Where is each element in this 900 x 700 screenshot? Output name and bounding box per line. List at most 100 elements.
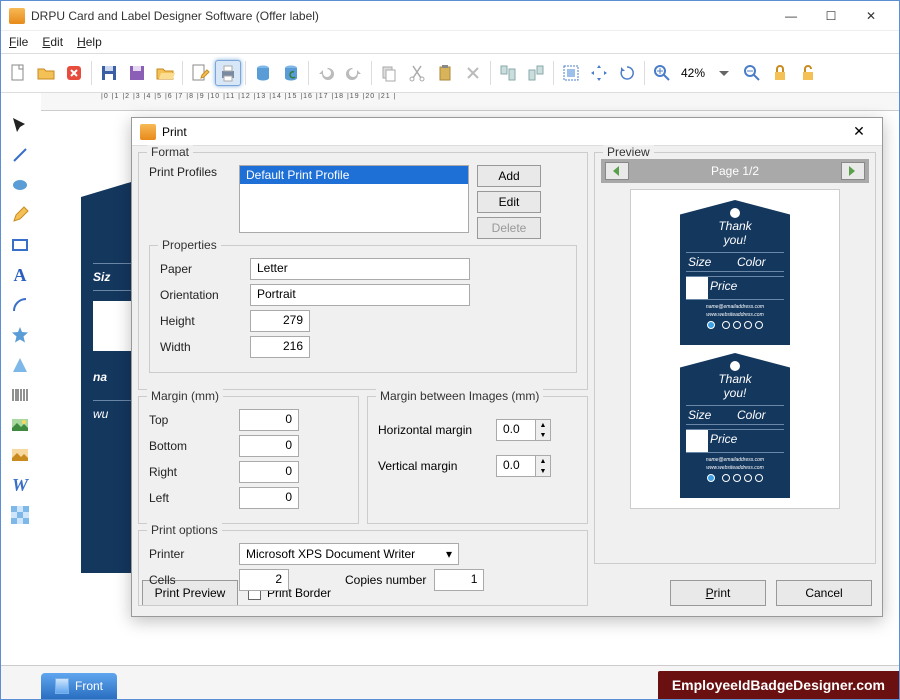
database-icon[interactable] [250,60,276,86]
dialog-close-button[interactable]: ✕ [844,123,874,140]
vmargin-field[interactable]: 0.0 [496,455,536,477]
pencil-tool-icon[interactable] [8,203,32,227]
margin-left-label: Left [149,491,231,505]
triangle-tool-icon[interactable] [8,353,32,377]
vmargin-label: Vertical margin [378,459,488,473]
menu-file[interactable]: File [9,35,28,49]
pattern-tool-icon[interactable] [8,503,32,527]
rotate-icon[interactable] [614,60,640,86]
close-button[interactable]: ✕ [851,4,891,28]
orientation-label: Orientation [160,288,242,302]
menu-help[interactable]: Help [77,35,102,49]
menu-edit[interactable]: Edit [42,35,63,49]
chevron-up-icon[interactable]: ▲ [536,456,550,466]
zoom-in-icon[interactable] [649,60,675,86]
select-all-icon[interactable] [558,60,584,86]
chevron-up-icon[interactable]: ▲ [536,420,550,430]
move-icon[interactable] [586,60,612,86]
hmargin-spinner[interactable]: 0.0▲▼ [496,419,551,441]
minimize-button[interactable]: — [771,4,811,28]
edit-props-icon[interactable] [187,60,213,86]
save-as-icon[interactable] [124,60,150,86]
distribute-icon[interactable] [523,60,549,86]
chevron-down-icon: ▾ [446,547,452,561]
format-legend: Format [147,145,193,159]
preview-page: Thankyou! SizeColor Price name@emailaddr… [630,189,840,509]
open-icon[interactable] [33,60,59,86]
dialog-icon [140,124,156,140]
align-icon[interactable] [495,60,521,86]
picture-tool-icon[interactable] [8,443,32,467]
window-title: DRPU Card and Label Designer Software (O… [31,9,771,23]
margin-right-field[interactable]: 0 [239,461,299,483]
rectangle-tool-icon[interactable] [8,233,32,257]
margin-bottom-field[interactable]: 0 [239,435,299,457]
barcode-tool-icon[interactable] [8,383,32,407]
delete-icon[interactable] [460,60,486,86]
zoom-out-icon[interactable] [739,60,765,86]
width-label: Width [160,340,242,354]
print-icon[interactable] [215,60,241,86]
cells-field[interactable]: 2 [239,569,289,591]
paper-label: Paper [160,262,242,276]
next-page-button[interactable] [841,162,865,180]
prev-page-button[interactable] [605,162,629,180]
hmargin-label: Horizontal margin [378,423,488,437]
database-sync-icon[interactable] [278,60,304,86]
page-icon [55,678,69,694]
profile-item-selected[interactable]: Default Print Profile [240,166,468,184]
printer-select[interactable]: Microsoft XPS Document Writer▾ [239,543,459,565]
margin-group: Margin (mm) Top0 Bottom0 Right0 Left0 [138,396,359,524]
undo-icon[interactable] [313,60,339,86]
image-tool-icon[interactable] [8,413,32,437]
profiles-listbox[interactable]: Default Print Profile [239,165,469,233]
width-field: 216 [250,336,310,358]
dialog-title: Print [162,125,844,139]
vmargin-spinner[interactable]: 0.0▲▼ [496,455,551,477]
edit-profile-button[interactable]: Edit [477,191,541,213]
app-icon [9,8,25,24]
delete-profile-button: Delete [477,217,541,239]
format-group: Format Print Profiles Default Print Prof… [138,152,588,390]
printer-label: Printer [149,547,231,561]
new-icon[interactable] [5,60,31,86]
redo-icon[interactable] [341,60,367,86]
hmargin-field[interactable]: 0.0 [496,419,536,441]
zoom-dropdown-icon[interactable] [711,60,737,86]
cut-icon[interactable] [404,60,430,86]
save-icon[interactable] [96,60,122,86]
close-doc-icon[interactable] [61,60,87,86]
margin-top-field[interactable]: 0 [239,409,299,431]
unlock-icon[interactable] [795,60,821,86]
margin-left-field[interactable]: 0 [239,487,299,509]
height-field: 279 [250,310,310,332]
print-button[interactable]: Print [670,580,766,606]
tab-front[interactable]: Front [41,673,117,699]
star-tool-icon[interactable] [8,323,32,347]
main-toolbar: 42% [1,53,899,93]
cancel-button[interactable]: Cancel [776,580,872,606]
ellipse-tool-icon[interactable] [8,173,32,197]
page-indicator: Page 1/2 [711,164,759,178]
ruler-horizontal: |0 |1 |2 |3 |4 |5 |6 |7 |8 |9 |10 |11 |1… [41,93,899,111]
select-tool-icon[interactable] [8,113,32,137]
text-tool-icon[interactable]: A [8,263,32,287]
copy-icon[interactable] [376,60,402,86]
wordart-tool-icon[interactable]: W [8,473,32,497]
margin-images-legend: Margin between Images (mm) [376,389,543,403]
chevron-down-icon[interactable]: ▼ [536,430,550,440]
add-profile-button[interactable]: Add [477,165,541,187]
height-label: Height [160,314,242,328]
chevron-down-icon[interactable]: ▼ [536,466,550,476]
line-tool-icon[interactable] [8,143,32,167]
properties-legend: Properties [158,238,221,252]
copies-label: Copies number [345,573,426,587]
arc-tool-icon[interactable] [8,293,32,317]
paste-icon[interactable] [432,60,458,86]
orientation-field: Portrait [250,284,470,306]
copies-field[interactable]: 1 [434,569,484,591]
preview-nav: Page 1/2 [601,159,869,183]
open-folder-icon[interactable] [152,60,178,86]
lock-icon[interactable] [767,60,793,86]
maximize-button[interactable]: ☐ [811,4,851,28]
